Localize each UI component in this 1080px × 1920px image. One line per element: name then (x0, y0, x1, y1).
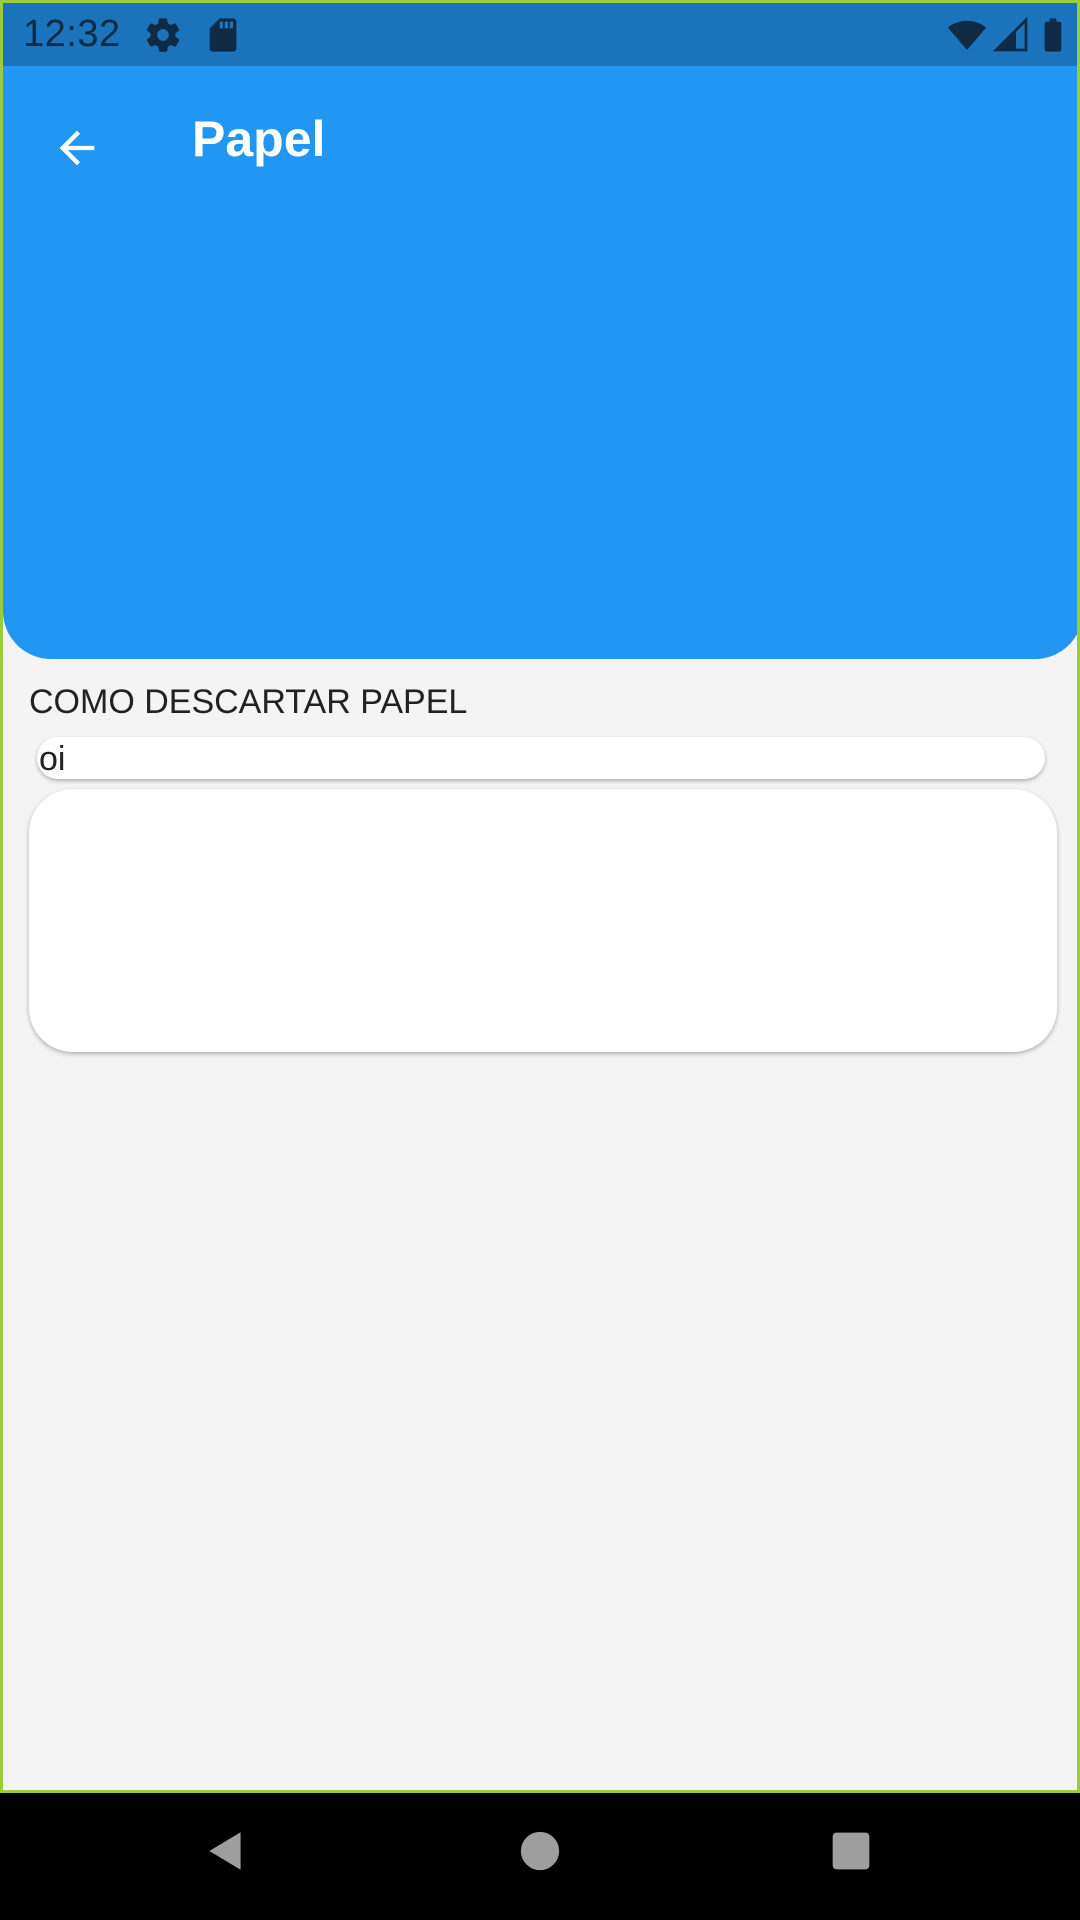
app-screen: 12:32 Papel COMO DESCARTAR PAPEL oi (0, 0, 1080, 1793)
arrow-back-icon (51, 122, 103, 179)
content-card (29, 789, 1057, 1052)
app-header: Papel (3, 66, 1077, 659)
short-text-card: oi (37, 737, 1045, 779)
status-bar: 12:32 (3, 3, 1077, 66)
page-title: Papel (192, 111, 326, 167)
section-title: COMO DESCARTAR PAPEL (29, 683, 468, 721)
wifi-icon (947, 15, 987, 55)
sd-card-icon (203, 15, 243, 55)
recents-square-icon (829, 1829, 873, 1878)
short-text: oi (39, 740, 66, 778)
nav-home-button[interactable] (510, 1823, 570, 1883)
back-button[interactable] (39, 112, 115, 188)
nav-back-button[interactable] (196, 1823, 256, 1883)
back-triangle-icon (201, 1826, 251, 1881)
battery-icon (1033, 15, 1073, 55)
status-time: 12:32 (23, 13, 121, 55)
home-circle-icon (517, 1828, 563, 1879)
navigation-bar (0, 1793, 1080, 1920)
settings-icon (143, 15, 183, 55)
nav-recents-button[interactable] (821, 1823, 881, 1883)
cell-signal-icon (991, 15, 1031, 55)
